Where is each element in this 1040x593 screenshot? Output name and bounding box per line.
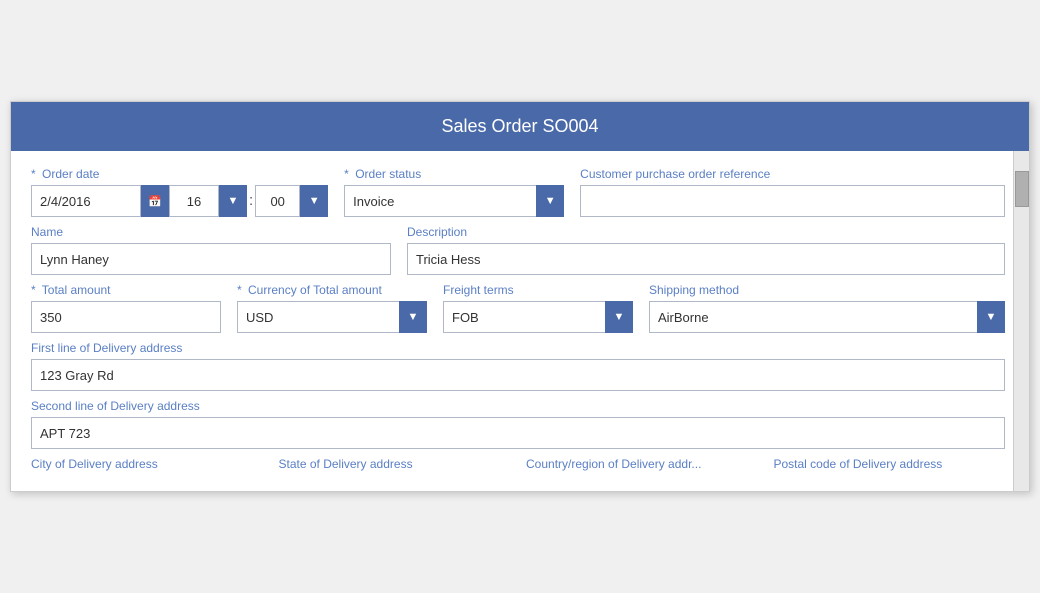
title-text: Sales Order SO004	[441, 116, 598, 136]
name-group: Name	[31, 225, 391, 275]
name-label: Name	[31, 225, 391, 239]
description-label: Description	[407, 225, 1005, 239]
window-title: Sales Order SO004	[11, 102, 1029, 151]
order-date-input[interactable]	[31, 185, 141, 217]
total-amount-label: * Total amount	[31, 283, 221, 297]
delivery-address-line1-label: First line of Delivery address	[31, 341, 1005, 355]
customer-po-group: Customer purchase order reference	[580, 167, 1005, 217]
shipping-method-group: Shipping method AirBorne ▼	[649, 283, 1005, 333]
state-label: State of Delivery address	[279, 457, 511, 471]
scrollbar[interactable]	[1013, 151, 1029, 491]
currency-select[interactable]: USD	[237, 301, 427, 333]
description-group: Description	[407, 225, 1005, 275]
scroll-thumb[interactable]	[1015, 171, 1029, 207]
customer-po-label: Customer purchase order reference	[580, 167, 1005, 181]
freight-terms-select[interactable]: FOB	[443, 301, 633, 333]
shipping-method-label: Shipping method	[649, 283, 1005, 297]
postal-label: Postal code of Delivery address	[774, 457, 1006, 471]
freight-terms-select-wrapper: FOB ▼	[443, 301, 633, 333]
city-label: City of Delivery address	[31, 457, 263, 471]
currency-select-wrapper: USD ▼	[237, 301, 427, 333]
delivery-address-line2-label: Second line of Delivery address	[31, 399, 1005, 413]
hour-dropdown-button[interactable]: ▼	[219, 185, 247, 217]
freight-terms-label: Freight terms	[443, 283, 633, 297]
shipping-method-select[interactable]: AirBorne	[649, 301, 1005, 333]
sales-order-window: Sales Order SO004 * Order date 📅 ▼ :	[10, 101, 1030, 492]
delivery-address-line1-input[interactable]	[31, 359, 1005, 391]
delivery-address-line2-input[interactable]	[31, 417, 1005, 449]
delivery-address-line2-group: Second line of Delivery address	[31, 399, 1005, 449]
freight-terms-group: Freight terms FOB ▼	[443, 283, 633, 333]
order-date-group: * Order date 📅 ▼ : ▼	[31, 167, 328, 217]
order-hour-input[interactable]	[169, 185, 219, 217]
delivery-address-line1-group: First line of Delivery address	[31, 341, 1005, 391]
order-status-select-wrapper: Invoice ▼	[344, 185, 564, 217]
currency-label: * Currency of Total amount	[237, 283, 427, 297]
total-amount-input[interactable]	[31, 301, 221, 333]
description-input[interactable]	[407, 243, 1005, 275]
currency-group: * Currency of Total amount USD ▼	[237, 283, 427, 333]
total-amount-group: * Total amount	[31, 283, 221, 333]
order-minute-input[interactable]	[255, 185, 300, 217]
time-separator: :	[247, 192, 255, 209]
bottom-labels-row: City of Delivery address State of Delive…	[31, 457, 1005, 471]
date-time-input-group: 📅 ▼ : ▼	[31, 185, 328, 217]
minute-dropdown-button[interactable]: ▼	[300, 185, 328, 217]
order-date-label: * Order date	[31, 167, 328, 181]
calendar-icon-button[interactable]: 📅	[141, 185, 169, 217]
customer-po-input[interactable]	[580, 185, 1005, 217]
order-status-group: * Order status Invoice ▼	[344, 167, 564, 217]
country-label: Country/region of Delivery addr...	[526, 457, 758, 471]
name-input[interactable]	[31, 243, 391, 275]
order-status-label: * Order status	[344, 167, 564, 181]
order-status-select[interactable]: Invoice	[344, 185, 564, 217]
shipping-method-select-wrapper: AirBorne ▼	[649, 301, 1005, 333]
